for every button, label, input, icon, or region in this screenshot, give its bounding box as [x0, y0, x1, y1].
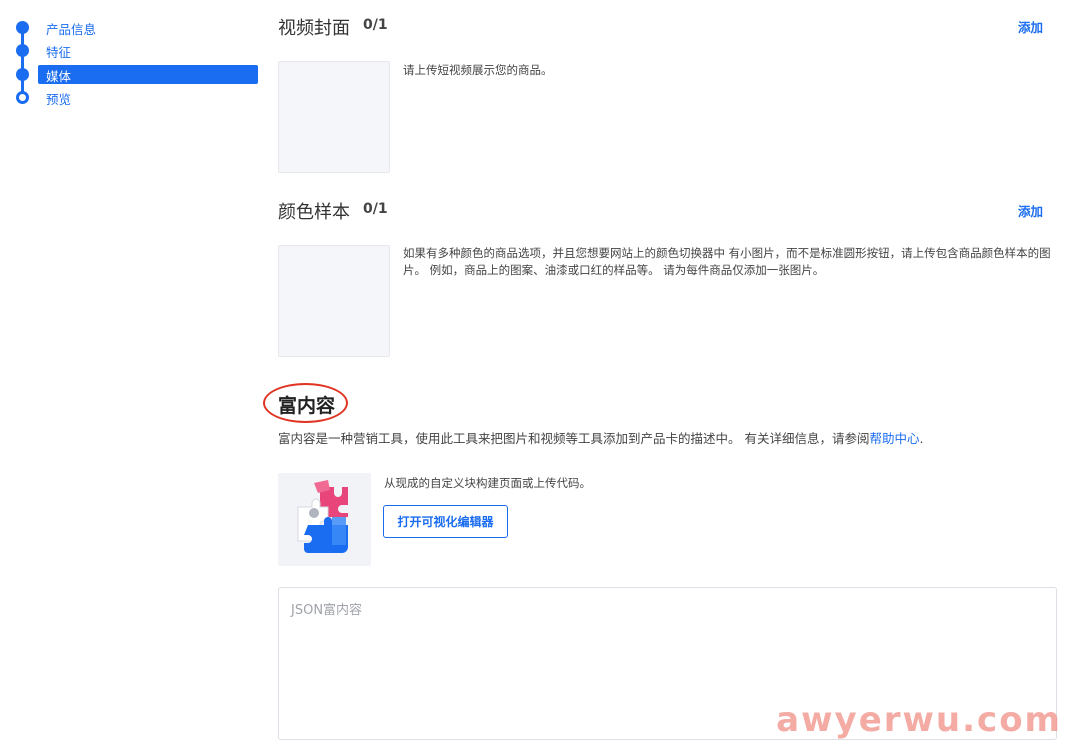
color-swatch-upload-slot[interactable] — [278, 245, 390, 357]
video-cover-count: 0/1 — [363, 17, 388, 33]
video-cover-description: 请上传短视频展示您的商品。 — [403, 63, 553, 77]
watermark: awyerwu.com — [776, 700, 1062, 740]
color-swatch-title: 颜色样本 — [278, 202, 350, 223]
step-dot-hollow-icon — [16, 91, 29, 104]
step-label: 媒体 — [46, 69, 72, 84]
video-cover-upload-slot[interactable] — [278, 61, 390, 173]
rich-content-description-suffix: . — [919, 431, 924, 446]
step-product-info[interactable]: 产品信息 — [0, 18, 270, 37]
step-sidebar: 产品信息 特征 媒体 预览 — [0, 0, 270, 753]
color-swatch-description: 如果有多种颜色的商品选项，并且您想要网站上的颜色切换器中 有小图片，而不是标准圆… — [403, 245, 1053, 279]
builder-description: 从现成的自定义块构建页面或上传代码。 — [384, 476, 591, 490]
step-dot-icon — [16, 44, 29, 57]
video-cover-title: 视频封面 — [278, 18, 350, 39]
step-dot-icon — [16, 68, 29, 81]
step-dot-icon — [16, 21, 29, 34]
color-swatch-add-button[interactable]: 添加 — [1018, 201, 1043, 220]
step-label: 预览 — [46, 92, 72, 107]
color-swatch-description-line2: 片。 例如，商品上的图案、油漆或口红的样品等。 请为每件商品仅添加一张图片。 — [403, 263, 825, 277]
rich-content-description-text: 富内容是一种营销工具，使用此工具来把图片和视频等工具添加到产品卡的描述中。 有关… — [278, 431, 870, 446]
open-visual-editor-button[interactable]: 打开可视化编辑器 — [383, 505, 508, 538]
rich-content-title: 富内容 — [278, 395, 336, 417]
step-label: 特征 — [46, 45, 72, 60]
color-swatch-description-line1: 如果有多种颜色的商品选项，并且您想要网站上的颜色切换器中 有小图片，而不是标准圆… — [403, 246, 1051, 260]
step-media[interactable]: 媒体 — [0, 65, 270, 84]
rich-content-description: 富内容是一种营销工具，使用此工具来把图片和视频等工具添加到产品卡的描述中。 有关… — [278, 428, 923, 447]
color-swatch-count: 0/1 — [363, 201, 388, 217]
puzzle-illustration — [278, 473, 371, 566]
puzzle-icon — [297, 480, 348, 553]
help-center-link[interactable]: 帮助中心 — [869, 431, 919, 446]
step-label: 产品信息 — [46, 22, 97, 37]
video-cover-add-button[interactable]: 添加 — [1018, 17, 1043, 36]
step-preview[interactable]: 预览 — [0, 88, 270, 107]
step-features[interactable]: 特征 — [0, 41, 270, 60]
